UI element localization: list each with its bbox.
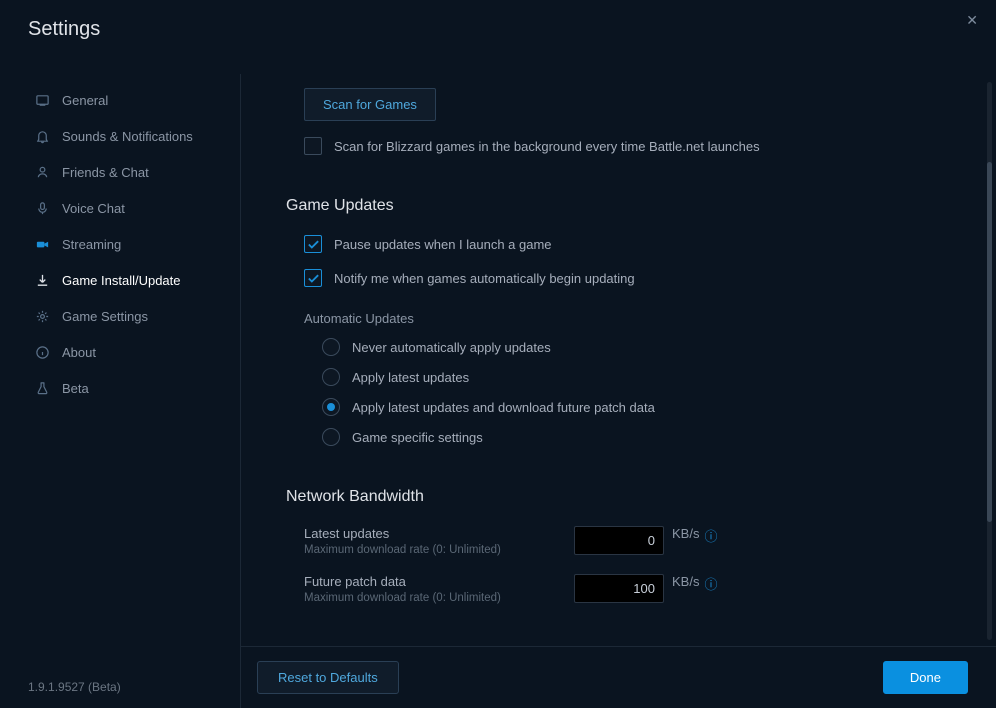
people-icon <box>34 164 50 180</box>
radio-specific[interactable] <box>322 428 340 446</box>
notify-updates-label: Notify me when games automatically begin… <box>334 271 635 286</box>
radio-never-label: Never automatically apply updates <box>352 340 551 355</box>
reset-defaults-button[interactable]: Reset to Defaults <box>257 661 399 694</box>
sidebar-item-general[interactable]: General <box>0 82 240 118</box>
sidebar-item-label: Beta <box>62 381 89 396</box>
radio-latest[interactable] <box>322 368 340 386</box>
pause-updates-label: Pause updates when I launch a game <box>334 237 552 252</box>
scrollbar[interactable] <box>987 82 992 640</box>
scan-background-label: Scan for Blizzard games in the backgroun… <box>334 139 760 154</box>
bell-icon <box>34 128 50 144</box>
sidebar-item-beta[interactable]: Beta <box>0 370 240 406</box>
sidebar-item-label: General <box>62 93 108 108</box>
latest-updates-input[interactable] <box>574 526 664 555</box>
radio-future[interactable] <box>322 398 340 416</box>
sidebar-item-sounds[interactable]: Sounds & Notifications <box>0 118 240 154</box>
download-icon <box>34 272 50 288</box>
radio-future-label: Apply latest updates and download future… <box>352 400 655 415</box>
future-patch-label: Future patch data <box>304 574 574 589</box>
sidebar-item-label: Voice Chat <box>62 201 125 216</box>
done-button[interactable]: Done <box>883 661 968 694</box>
sidebar-item-streaming[interactable]: Streaming <box>0 226 240 262</box>
radio-never[interactable] <box>322 338 340 356</box>
sidebar-item-friends[interactable]: Friends & Chat <box>0 154 240 190</box>
page-title: Settings <box>28 18 100 41</box>
camera-icon <box>34 236 50 252</box>
future-patch-input[interactable] <box>574 574 664 603</box>
future-patch-sub: Maximum download rate (0: Unlimited) <box>304 592 574 604</box>
unit-label: KB/s <box>672 526 699 541</box>
latest-updates-label: Latest updates <box>304 526 574 541</box>
automatic-updates-label: Automatic Updates <box>304 311 968 326</box>
flask-icon <box>34 380 50 396</box>
sidebar-item-label: Game Settings <box>62 309 148 324</box>
info-icon[interactable]: ⓘ <box>704 574 717 593</box>
scan-background-checkbox[interactable] <box>304 137 322 155</box>
scrollbar-thumb[interactable] <box>987 162 992 522</box>
microphone-icon <box>34 200 50 216</box>
gear-icon <box>34 308 50 324</box>
notify-updates-checkbox[interactable] <box>304 269 322 287</box>
sidebar-item-game-settings[interactable]: Game Settings <box>0 298 240 334</box>
game-updates-heading: Game Updates <box>286 197 968 215</box>
network-bandwidth-heading: Network Bandwidth <box>286 488 968 506</box>
radio-specific-label: Game specific settings <box>352 430 483 445</box>
sidebar-item-install-update[interactable]: Game Install/Update <box>0 262 240 298</box>
general-icon <box>34 92 50 108</box>
sidebar-item-label: Streaming <box>62 237 121 252</box>
sidebar-item-voice[interactable]: Voice Chat <box>0 190 240 226</box>
settings-content: Scan for Games Scan for Blizzard games i… <box>241 74 996 646</box>
unit-label: KB/s <box>672 574 699 589</box>
scan-for-games-button[interactable]: Scan for Games <box>304 88 436 121</box>
latest-updates-sub: Maximum download rate (0: Unlimited) <box>304 544 574 556</box>
info-icon <box>34 344 50 360</box>
sidebar-item-label: Friends & Chat <box>62 165 149 180</box>
version-label: 1.9.1.9527 (Beta) <box>0 666 240 708</box>
info-icon[interactable]: ⓘ <box>704 526 717 545</box>
sidebar-item-label: Sounds & Notifications <box>62 129 193 144</box>
radio-latest-label: Apply latest updates <box>352 370 469 385</box>
sidebar-item-label: Game Install/Update <box>62 273 181 288</box>
close-icon[interactable]: ✕ <box>962 8 982 33</box>
sidebar: General Sounds & Notifications Friends &… <box>0 74 241 708</box>
sidebar-item-about[interactable]: About <box>0 334 240 370</box>
pause-updates-checkbox[interactable] <box>304 235 322 253</box>
sidebar-item-label: About <box>62 345 96 360</box>
